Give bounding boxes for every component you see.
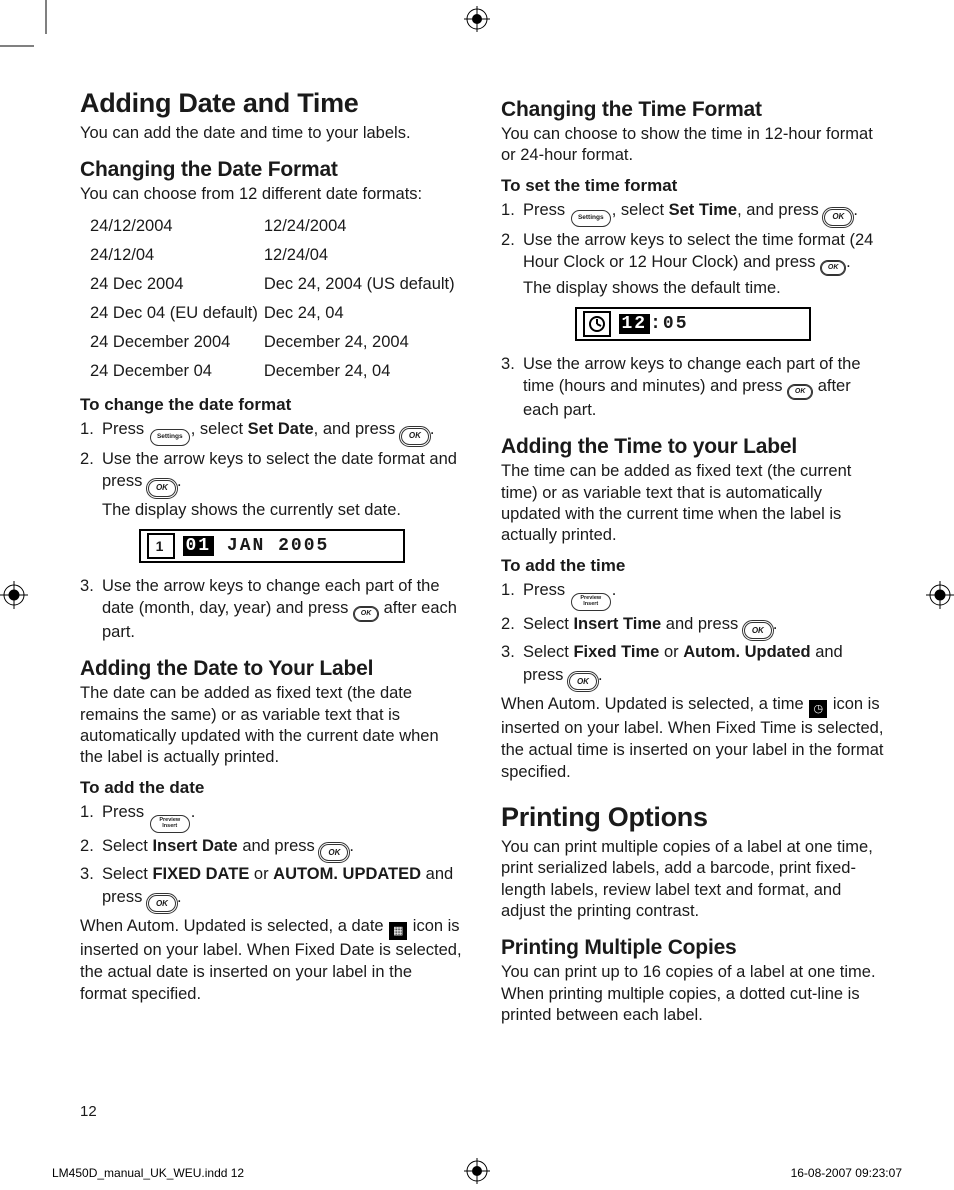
settings-button-icon: Settings: [150, 429, 190, 446]
step-3: Select Fixed Time or Autom. Updated and …: [501, 641, 884, 690]
step-1: Press PreviewInsert.: [80, 801, 463, 833]
step-3: Select FIXED DATE or AUTOM. UPDATED and …: [80, 863, 463, 912]
step-1: Press Settings, select Set Time, and pre…: [501, 199, 884, 227]
intro-text: You can add the date and time to your la…: [80, 123, 463, 144]
subhead-add-date: To add the date: [80, 777, 463, 799]
step-1: Press PreviewInsert.: [501, 579, 884, 611]
footer-timestamp: 16-08-2007 09:23:07: [791, 1166, 902, 1180]
autom-updated-note: When Autom. Updated is selected, a date …: [80, 916, 463, 1006]
settings-button-icon: Settings: [571, 210, 611, 227]
step-3: Use the arrow keys to change each part o…: [501, 353, 884, 421]
heading-printing-options: Printing Options: [501, 802, 884, 833]
heading-adding-date-label: Adding the Date to Your Label: [80, 657, 463, 681]
preview-insert-button-icon: PreviewInsert: [150, 815, 190, 833]
adding-date-intro: The date can be added as fixed text (the…: [80, 683, 463, 769]
step-2: Use the arrow keys to select the time fo…: [501, 229, 884, 299]
heading-changing-time-format: Changing the Time Format: [501, 98, 884, 122]
step-2: Use the arrow keys to select the date fo…: [80, 448, 463, 521]
page-number: 12: [80, 1103, 97, 1120]
heading-printing-multiple-copies: Printing Multiple Copies: [501, 936, 884, 960]
ok-button-icon: OK: [821, 261, 845, 275]
ok-button-icon: OK: [401, 428, 429, 445]
steps-change-date-format: Press Settings, select Set Date, and pre…: [80, 418, 463, 521]
ok-button-icon: OK: [148, 895, 176, 912]
lcd-date-display: 1 01 JAN 2005: [139, 529, 405, 563]
autom-updated-time-note: When Autom. Updated is selected, a time …: [501, 694, 884, 784]
left-column: Adding Date and Time You can add the dat…: [80, 88, 463, 1110]
time-format-intro: You can choose to show the time in 12-ho…: [501, 124, 884, 167]
subhead-set-time-format: To set the time format: [501, 175, 884, 197]
footer-filename: LM450D_manual_UK_WEU.indd 12: [52, 1166, 244, 1180]
step-3: Use the arrow keys to change each part o…: [80, 575, 463, 643]
lcd-time-display: 12:05: [575, 307, 811, 341]
time-label-icon: ◷: [809, 700, 827, 718]
date-label-icon: ▦: [389, 922, 407, 940]
subhead-add-time: To add the time: [501, 555, 884, 577]
preview-insert-button-icon: PreviewInsert: [571, 593, 611, 611]
date-format-intro: You can choose from 12 different date fo…: [80, 184, 463, 205]
heading-changing-date-format: Changing the Date Format: [80, 158, 463, 182]
step-2: Select Insert Time and press OK.: [501, 613, 884, 640]
ok-button-icon: OK: [148, 480, 176, 497]
steps-add-time: Press PreviewInsert. Select Insert Time …: [501, 579, 884, 690]
step-1: Press Settings, select Set Date, and pre…: [80, 418, 463, 446]
ok-button-icon: OK: [320, 844, 348, 861]
calendar-icon: 1: [147, 533, 175, 559]
heading-adding-time-label: Adding the Time to your Label: [501, 435, 884, 459]
printing-multiple-copies-text: You can print up to 16 copies of a label…: [501, 962, 884, 1026]
steps-set-time-format-cont: Use the arrow keys to change each part o…: [501, 353, 884, 421]
registration-mark-icon: [464, 6, 490, 32]
steps-add-date: Press PreviewInsert. Select Insert Date …: [80, 801, 463, 912]
clock-icon: [583, 311, 611, 337]
date-formats-table: 24/12/200412/24/2004 24/12/0412/24/04 24…: [90, 212, 461, 386]
adding-time-intro: The time can be added as fixed text (the…: [501, 461, 884, 547]
registration-mark-icon: [0, 581, 28, 609]
step-2: Select Insert Date and press OK.: [80, 835, 463, 862]
subhead-change-date-format: To change the date format: [80, 394, 463, 416]
print-footer: LM450D_manual_UK_WEU.indd 12 16-08-2007 …: [52, 1166, 902, 1180]
ok-button-icon: OK: [824, 209, 852, 226]
registration-mark-icon: [926, 581, 954, 609]
steps-set-time-format: Press Settings, select Set Time, and pre…: [501, 199, 884, 299]
ok-button-icon: OK: [569, 673, 597, 690]
ok-button-icon: OK: [354, 607, 378, 621]
printing-options-intro: You can print multiple copies of a label…: [501, 837, 884, 923]
steps-change-date-format-cont: Use the arrow keys to change each part o…: [80, 575, 463, 643]
ok-button-icon: OK: [744, 622, 772, 639]
heading-adding-date-time: Adding Date and Time: [80, 88, 463, 119]
right-column: Changing the Time Format You can choose …: [501, 88, 884, 1110]
ok-button-icon: OK: [788, 385, 812, 399]
